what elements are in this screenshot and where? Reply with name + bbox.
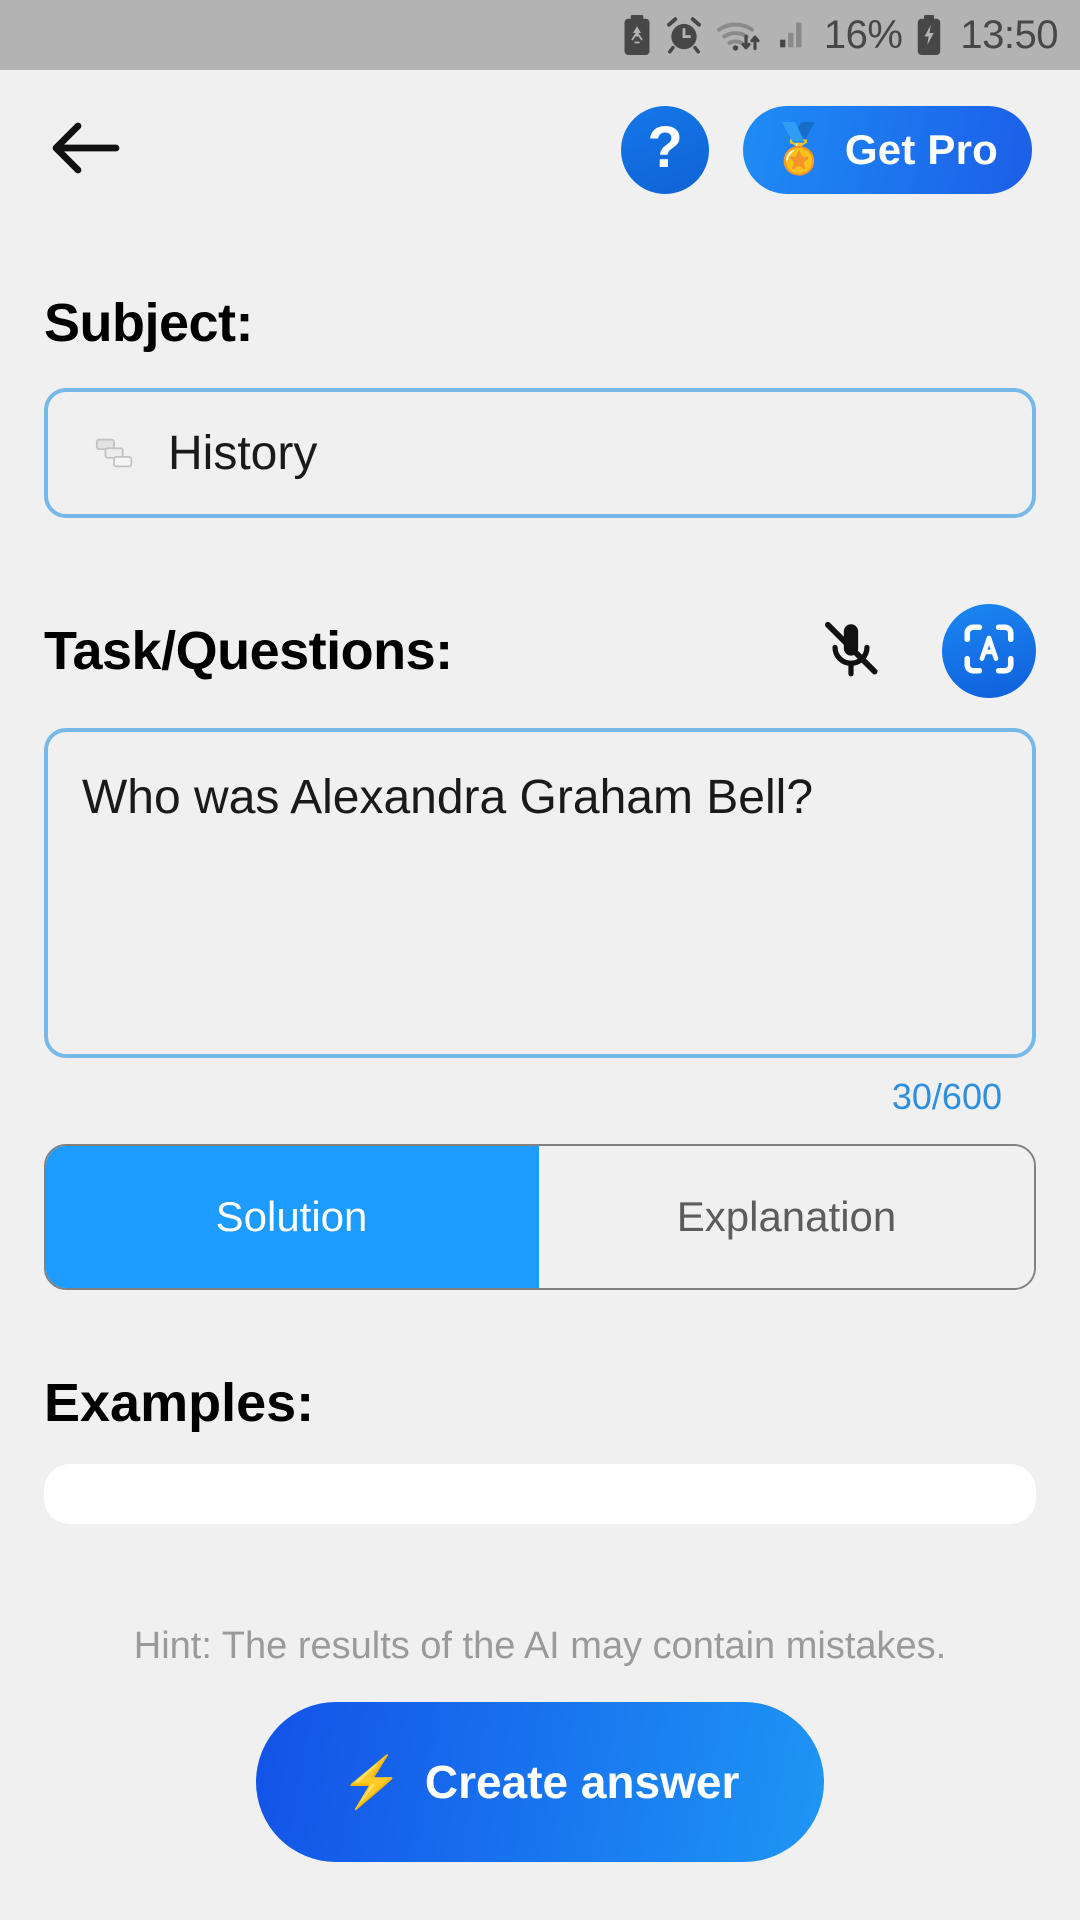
task-header-row: Task/Questions: [44,604,1036,698]
task-input[interactable]: Who was Alexandra Graham Bell? [44,728,1036,1058]
subject-select[interactable]: History [44,388,1036,518]
mode-toggle: Solution Explanation [44,1144,1036,1290]
main-content: Subject: History Task/Questions: Who was… [0,292,1080,1524]
back-button[interactable] [40,104,132,196]
tab-explanation-label: Explanation [676,1193,897,1240]
clock-label: 13:50 [960,13,1058,57]
cellular-signal-icon [777,18,811,52]
back-arrow-icon [50,120,122,181]
example-card[interactable] [44,1464,1036,1524]
scan-text-icon [960,620,1018,683]
lightning-bolt-icon: ⚡ [340,1754,403,1810]
top-bar-actions: ? 🏅 Get Pro [621,106,1032,194]
tab-solution[interactable]: Solution [46,1146,539,1288]
ai-hint-label: Hint: The results of the AI may contain … [133,1625,947,1667]
battery-charging-icon [915,15,943,55]
subject-value: History [168,426,318,480]
wifi-transfer-icon [716,16,764,54]
help-button[interactable]: ? [621,106,710,194]
tab-solution-label: Solution [215,1193,368,1240]
alarm-clock-icon [665,16,703,54]
battery-saver-icon [622,15,652,55]
top-bar: ? 🏅 Get Pro [0,70,1080,230]
scroll-icon [92,430,138,476]
medal-icon: 🏅 [769,123,829,176]
microphone-off-icon [818,616,884,687]
tab-explanation[interactable]: Explanation [539,1146,1034,1288]
task-heading: Task/Questions: [44,621,453,681]
create-answer-label: Create answer [424,1756,740,1808]
question-mark-icon: ? [647,115,683,180]
get-pro-label: Get Pro [844,126,998,173]
microphone-button[interactable] [808,608,894,694]
get-pro-button[interactable]: 🏅 Get Pro [743,106,1032,194]
footer: Hint: The results of the AI may contain … [0,1625,1080,1920]
create-answer-button[interactable]: ⚡ Create answer [256,1702,824,1862]
subject-heading: Subject: [44,293,254,353]
character-counter: 30/600 [891,1076,1002,1117]
examples-heading: Examples: [44,1373,315,1433]
battery-percent-label: 16% [823,13,903,57]
status-bar: 16% 13:50 [0,0,1080,70]
task-input-value: Who was Alexandra Graham Bell? [82,771,814,824]
scan-button[interactable] [942,604,1036,698]
